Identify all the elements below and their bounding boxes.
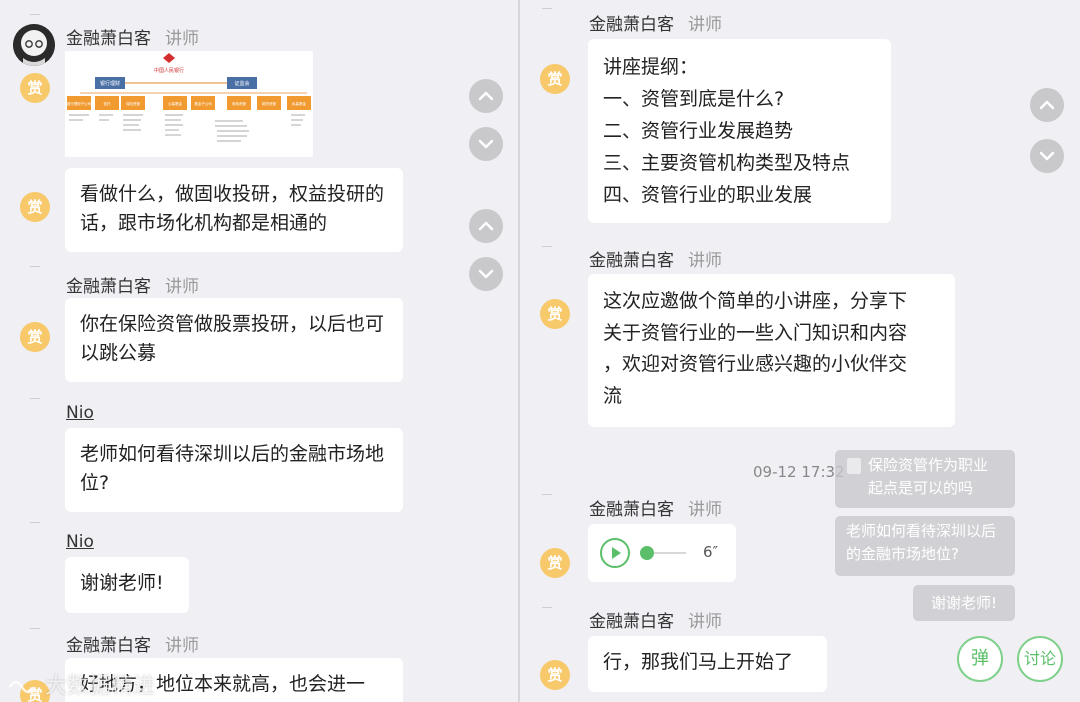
reward-badge[interactable]: 赏 — [20, 322, 50, 352]
chevron-down-icon — [478, 139, 494, 149]
timestamp: 09-12 17:32 — [753, 463, 845, 481]
scroll-up-button[interactable] — [1030, 88, 1064, 122]
divider — [542, 607, 552, 608]
message-bubble[interactable]: 看做什么，做固收投研，权益投研的 话，跟市场化机构都是相通的 — [65, 168, 403, 252]
discuss-button[interactable]: 讨论 — [1017, 636, 1063, 682]
scroll-up-button[interactable] — [469, 209, 503, 243]
scroll-down-button[interactable] — [469, 127, 503, 161]
svg-text:保险资管: 保险资管 — [126, 101, 140, 106]
divider — [30, 628, 40, 629]
svg-text:私募基金: 私募基金 — [292, 101, 306, 106]
chevron-up-icon — [1039, 100, 1055, 110]
progress-track[interactable] — [654, 552, 686, 554]
divider — [30, 398, 40, 399]
org-chart-image[interactable]: 中国人民银行 银行理财 证监会 银行理财子公司 信托 保险资管 公募基金 基金子… — [65, 51, 313, 157]
danmaku-toggle-button[interactable]: 弹 — [957, 636, 1003, 682]
svg-text:银行理财: 银行理财 — [100, 80, 120, 87]
reward-badge[interactable]: 赏 — [20, 192, 50, 222]
svg-text:期货资管: 期货资管 — [262, 101, 276, 106]
divider — [542, 494, 552, 495]
org-chart-title: 中国人民银行 — [154, 67, 184, 74]
svg-text:公募基金: 公募基金 — [168, 101, 182, 106]
audio-message[interactable]: 6″ — [588, 524, 736, 582]
svg-text:信托: 信托 — [104, 101, 111, 106]
chevron-down-icon — [478, 269, 494, 279]
svg-text:证监会: 证监会 — [234, 80, 249, 87]
svg-text:券商资管: 券商资管 — [232, 101, 246, 106]
danmaku-message: 保险资管作为职业 起点是可以的吗 — [835, 450, 1015, 508]
message-bubble[interactable]: 谢谢老师! — [65, 557, 189, 613]
chevron-down-icon — [1039, 151, 1055, 161]
chevron-up-icon — [478, 91, 494, 101]
svg-text:银行理财子公司: 银行理财子公司 — [67, 101, 92, 106]
sender-name: 金融萧白客 讲师 — [589, 500, 722, 520]
message-bubble[interactable]: 讲座提纲： 一、资管到底是什么? 二、资管行业发展趋势 三、主要资管机构类型及特… — [588, 39, 891, 223]
watermark: 大数据精进 — [8, 668, 155, 700]
scroll-down-button[interactable] — [1030, 139, 1064, 173]
play-button[interactable] — [600, 538, 630, 568]
sender-name: 金融萧白客 讲师 — [66, 636, 199, 656]
divider — [30, 266, 40, 267]
sender-name: 金融萧白客 讲师 — [589, 251, 722, 271]
message-bubble[interactable]: 这次应邀做个简单的小讲座，分享下 关于资管行业的一些入门知识和内容 ，欢迎对资管… — [588, 274, 955, 427]
divider — [30, 522, 40, 523]
right-chat-pane[interactable]: 金融萧白客 讲师 赏 讲座提纲： 一、资管到底是什么? 二、资管行业发展趋势 三、… — [520, 0, 1080, 702]
sender-name: 金融萧白客 讲师 — [66, 277, 199, 297]
sender-name: 金融萧白客 讲师 — [589, 15, 722, 35]
avatar[interactable] — [13, 24, 55, 66]
left-chat-pane[interactable]: 金融萧白客 讲师 赏 中国人民银行 银行理财 证监会 银行理财子公司 信托 保险… — [0, 0, 518, 702]
divider — [542, 8, 552, 9]
message-bubble[interactable]: 行，那我们马上开始了 — [588, 636, 827, 692]
bank-logo-icon — [163, 53, 175, 63]
sender-name: 金融萧白客 讲师 — [589, 612, 722, 632]
reward-badge[interactable]: 赏 — [540, 548, 570, 578]
play-icon — [612, 547, 621, 559]
scroll-up-button[interactable] — [469, 79, 503, 113]
svg-text:基金子公司: 基金子公司 — [194, 101, 212, 106]
sender-name: 金融萧白客 讲师 — [66, 29, 199, 49]
progress-knob[interactable] — [640, 546, 654, 560]
watermark-logo-icon — [8, 680, 36, 694]
message-bubble[interactable]: 老师如何看待深圳以后的金融市场地 位? — [65, 428, 403, 512]
scroll-down-button[interactable] — [469, 257, 503, 291]
reward-badge[interactable]: 赏 — [20, 73, 50, 103]
reward-badge[interactable]: 赏 — [540, 660, 570, 690]
reward-badge[interactable]: 赏 — [540, 299, 570, 329]
message-bubble[interactable]: 你在保险资管做股票投研，以后也可 以跳公募 — [65, 298, 403, 382]
divider — [30, 14, 40, 15]
sender-name: Nio — [66, 532, 94, 552]
quote-icon — [847, 458, 861, 474]
danmaku-message: 谢谢老师! — [913, 585, 1015, 621]
divider — [542, 246, 552, 247]
danmaku-message: 老师如何看待深圳以后 的金融市场地位? — [835, 516, 1015, 576]
chevron-up-icon — [478, 221, 494, 231]
sender-name: Nio — [66, 403, 94, 423]
reward-badge[interactable]: 赏 — [540, 64, 570, 94]
audio-duration: 6″ — [703, 543, 719, 561]
